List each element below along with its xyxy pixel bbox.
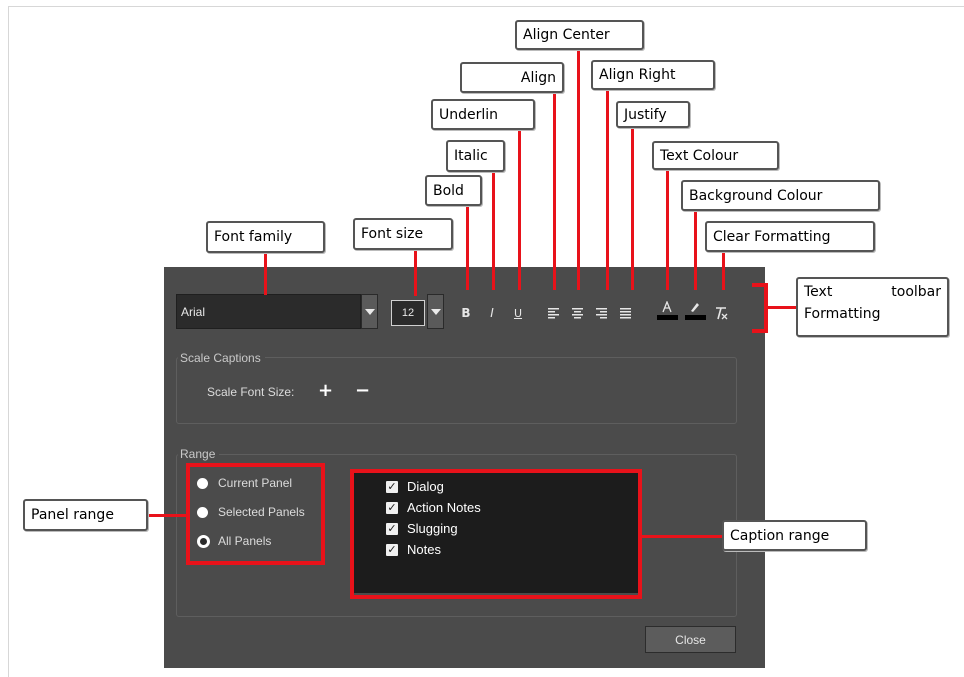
panel-range-callout: Panel range <box>23 499 148 531</box>
background-colour-connector <box>694 211 697 290</box>
italic-icon: I <box>490 306 494 320</box>
clear-formatting-connector <box>722 252 725 290</box>
frame-top-border <box>8 6 964 7</box>
justify-callout: Justify <box>616 101 690 128</box>
toolbar-callout-line1: Text Formatting <box>804 284 881 322</box>
italic-callout: Italic <box>446 140 505 172</box>
justify-icon <box>620 307 631 318</box>
clear-formatting-button[interactable] <box>711 303 731 323</box>
text-colour-button[interactable] <box>657 297 677 317</box>
font-family-connector <box>264 253 267 295</box>
justify-button[interactable] <box>616 303 636 323</box>
underline-icon: U <box>513 306 523 320</box>
background-colour-swatch <box>685 315 706 320</box>
background-colour-callout: Background Colour <box>681 180 880 211</box>
align-center-connector <box>577 50 580 290</box>
panel-range-connector <box>148 514 186 517</box>
chevron-down-icon <box>364 308 375 315</box>
highlighter-icon <box>691 303 699 312</box>
align-center-callout: Align Center <box>515 20 644 50</box>
font-family-value: Arial <box>181 304 206 319</box>
increase-font-size-button[interactable]: + <box>318 382 333 400</box>
background-colour-button[interactable] <box>684 297 704 317</box>
bold-icon: B <box>461 306 471 320</box>
underline-button[interactable]: U <box>508 303 528 323</box>
bold-callout: Bold <box>425 175 482 206</box>
font-size-field[interactable]: 12 <box>391 300 425 326</box>
align-right-button[interactable] <box>592 303 612 323</box>
font-size-callout: Font size <box>353 218 453 250</box>
align-right-callout: Align Right <box>591 60 715 90</box>
align-right-connector <box>606 90 609 290</box>
bold-button[interactable]: B <box>456 303 476 323</box>
scale-font-size-label: Scale Font Size: <box>207 385 295 399</box>
text-colour-icon <box>662 301 672 313</box>
text-colour-swatch <box>657 315 678 320</box>
underline-callout: Underlin <box>431 99 535 130</box>
text-colour-callout: Text Colour <box>652 141 779 170</box>
align-center-icon <box>572 307 583 318</box>
toolbar-bracket-top <box>752 283 766 287</box>
align-right-icon <box>596 307 607 318</box>
caption-range-connector <box>642 535 722 538</box>
caption-range-highlight <box>350 469 642 599</box>
font-size-connector <box>414 250 417 296</box>
justify-connector <box>631 128 634 290</box>
close-button[interactable]: Close <box>645 626 736 653</box>
bold-connector <box>466 206 469 290</box>
italic-button[interactable]: I <box>482 303 502 323</box>
range-title: Range <box>178 447 220 461</box>
italic-connector <box>492 172 495 290</box>
text-colour-connector <box>666 170 669 290</box>
caption-range-callout: Caption range <box>722 520 867 551</box>
font-size-dropdown-button[interactable] <box>427 294 444 329</box>
align-left-icon <box>548 307 559 318</box>
font-size-value: 12 <box>401 307 415 319</box>
close-button-label: Close <box>675 632 706 647</box>
decrease-font-size-button[interactable]: − <box>355 382 370 400</box>
align-callout: Align <box>460 62 564 93</box>
toolbar-connector <box>766 306 796 309</box>
font-family-select[interactable]: Arial <box>176 294 361 329</box>
clear-formatting-icon <box>716 306 728 319</box>
underline-connector <box>518 130 521 290</box>
chevron-down-icon <box>430 308 441 315</box>
align-left-button[interactable] <box>544 303 564 323</box>
align-connector <box>553 93 556 290</box>
panel-range-highlight <box>186 463 325 565</box>
frame-left-border <box>8 6 9 677</box>
toolbar-callout-line2: toolbar <box>891 284 941 300</box>
scale-captions-title: Scale Captions <box>178 351 265 365</box>
font-family-dropdown-button[interactable] <box>361 294 378 329</box>
text-formatting-toolbar-callout: Text Formatting toolbar <box>796 277 949 337</box>
font-family-callout: Font family <box>206 221 325 253</box>
toolbar-bracket-bottom <box>752 329 766 333</box>
align-center-button[interactable] <box>568 303 588 323</box>
clear-formatting-callout: Clear Formatting <box>705 221 875 252</box>
